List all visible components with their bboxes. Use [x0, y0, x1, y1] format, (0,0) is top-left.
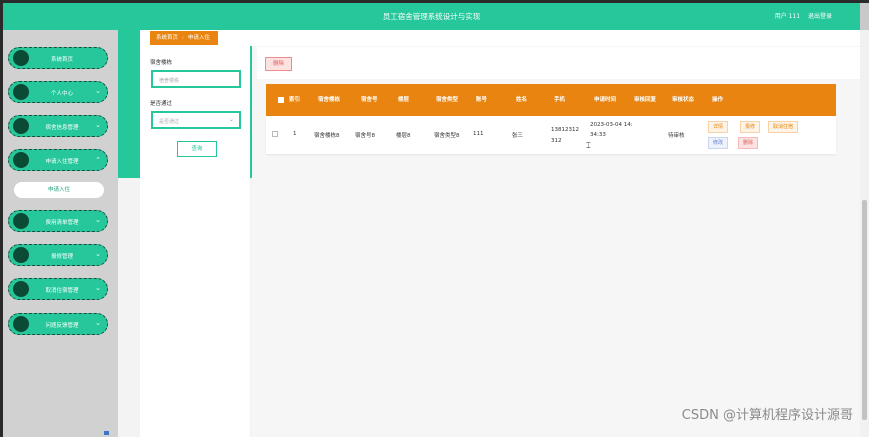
menu-dot-icon — [13, 152, 29, 168]
cell-status: 待审核 — [668, 133, 685, 139]
select-all-checkbox[interactable] — [278, 97, 284, 103]
cell-apply-time: 2023-03-04 14:34:33 — [590, 122, 633, 138]
column-header: 楼层 — [398, 96, 410, 103]
sidebar-item-label: 费用清单管理 — [45, 220, 79, 226]
text-cursor-icon: ⌶ — [586, 141, 591, 150]
column-header: 宿舍号 — [361, 96, 378, 103]
sidebar-item-label: 个人中心 — [50, 91, 73, 97]
menu-dot-icon — [13, 118, 29, 134]
sidebar-item-fees[interactable]: 费用清单管理 ⌄ — [8, 210, 108, 232]
cell-type: 宿舍类型8 — [434, 133, 460, 139]
repair-button[interactable]: 报修 — [740, 121, 761, 133]
column-header: 申请时间 — [594, 96, 617, 103]
building-placeholder: 宿舍楼栋 — [159, 78, 180, 84]
breadcrumb-bar — [140, 30, 862, 46]
sidebar-item-home[interactable]: 系统首页 — [8, 47, 108, 69]
column-header: 审核回复 — [634, 96, 657, 103]
column-header: 宿舍楼栋 — [318, 96, 341, 103]
chevron-down-icon: ⌄ — [95, 284, 101, 292]
column-header: 姓名 — [516, 96, 528, 103]
column-header: 手机 — [554, 96, 566, 103]
sidebar-item-label: 报修管理 — [50, 254, 73, 260]
chevron-down-icon: ⌄ — [95, 250, 101, 258]
sidebar-item-label: 问题反馈管理 — [45, 323, 79, 329]
chevron-up-icon: ⌃ — [95, 156, 101, 164]
approved-select[interactable]: 是否通过 ⌄ — [151, 111, 241, 129]
sidebar-item-dorm-info[interactable]: 宿舍信息管理 ⌄ — [8, 115, 108, 137]
query-button[interactable]: 查询 — [177, 141, 217, 157]
app-title: 员工宿舍管理系统设计与实现 — [382, 12, 481, 21]
scrollbar[interactable] — [860, 30, 869, 437]
sidebar-item-repairs[interactable]: 报修管理 ⌄ — [8, 244, 108, 266]
watermark: CSDN @计算机程序设计源哥 — [681, 408, 853, 423]
table-row: 1 宿舍楼栋8 宿舍号8 楼层8 宿舍类型8 111 张三 1381231231… — [266, 116, 836, 154]
breadcrumb-current: 申请入住 — [187, 35, 210, 41]
scrollbar-thumb[interactable] — [862, 200, 867, 420]
user-area: 用户 111 退出登录 — [769, 11, 832, 20]
delete-button[interactable]: 删除 — [738, 137, 759, 149]
breadcrumb: 系统首页: 申请入住 — [150, 31, 218, 45]
top-header: 员工宿舍管理系统设计与实现 用户 111 退出登录 — [3, 3, 860, 30]
menu-dot-icon — [13, 247, 29, 263]
breadcrumb-home[interactable]: 系统首页 — [156, 35, 178, 41]
cell-account: 111 — [473, 131, 484, 137]
edit-button[interactable]: 修改 — [708, 137, 729, 149]
cell-building: 宿舍楼栋8 — [314, 133, 340, 139]
cell-index: 1 — [293, 131, 297, 137]
table-header: 索引 宿舍楼栋 宿舍号 楼层 宿舍类型 账号 姓名 手机 申请时间 审核回复 审… — [266, 84, 836, 116]
column-header: 操作 — [712, 96, 724, 103]
sidebar-item-cancel-stay[interactable]: 取消住宿管理 ⌄ — [8, 278, 108, 300]
cell-phone: 13812312312 — [551, 127, 579, 144]
row-checkbox[interactable] — [272, 131, 278, 137]
sidebar-subitem-checkin[interactable]: 申请入住 — [14, 182, 104, 198]
column-header: 索引 — [289, 96, 301, 103]
logout-link[interactable]: 退出登录 — [808, 13, 832, 20]
toolbar-card — [257, 47, 862, 79]
building-input[interactable]: 宿舍楼栋 — [151, 70, 241, 88]
breadcrumb-separator: : — [182, 35, 184, 41]
menu-dot-icon — [13, 213, 29, 229]
chevron-down-icon: ⌄ — [95, 121, 101, 129]
approved-label: 是否通过 — [150, 101, 173, 107]
chevron-down-icon: ⌄ — [95, 319, 101, 327]
sidebar-item-label: 申请入住管理 — [45, 159, 79, 165]
column-header: 账号 — [476, 96, 488, 103]
column-header: 宿舍类型 — [436, 96, 459, 103]
menu-dot-icon — [13, 316, 29, 332]
username: 用户 111 — [774, 13, 801, 20]
building-label: 宿舍楼栋 — [150, 60, 173, 66]
menu-dot-icon — [13, 281, 29, 297]
sidebar-item-label: 取消住宿管理 — [45, 288, 79, 294]
sidebar-item-personal-center[interactable]: 个人中心 ⌄ — [8, 81, 108, 103]
chevron-down-icon: ⌄ — [228, 116, 234, 123]
chevron-down-icon: ⌄ — [95, 87, 101, 95]
sidebar-item-label: 宿舍信息管理 — [45, 125, 79, 131]
menu-dot-icon — [13, 84, 29, 100]
cell-room: 宿舍号8 — [355, 133, 375, 139]
sidebar-item-checkin-management[interactable]: 申请入住管理 ⌃ — [8, 149, 108, 171]
cell-floor: 楼层8 — [396, 133, 411, 139]
chevron-down-icon: ⌄ — [95, 216, 101, 224]
cancel-stay-button[interactable]: 取消住宿 — [768, 121, 799, 133]
indicator-mark — [104, 431, 109, 435]
sidebar-item-label: 系统首页 — [50, 57, 73, 63]
menu-dot-icon — [13, 50, 29, 66]
detail-button[interactable]: 详情 — [708, 121, 729, 133]
approved-placeholder: 是否通过 — [159, 119, 180, 125]
column-header: 审核状态 — [672, 96, 695, 103]
batch-delete-button[interactable]: 删除 — [265, 57, 292, 71]
sidebar-item-feedback[interactable]: 问题反馈管理 ⌄ — [8, 313, 108, 335]
cell-name: 张三 — [512, 133, 524, 139]
